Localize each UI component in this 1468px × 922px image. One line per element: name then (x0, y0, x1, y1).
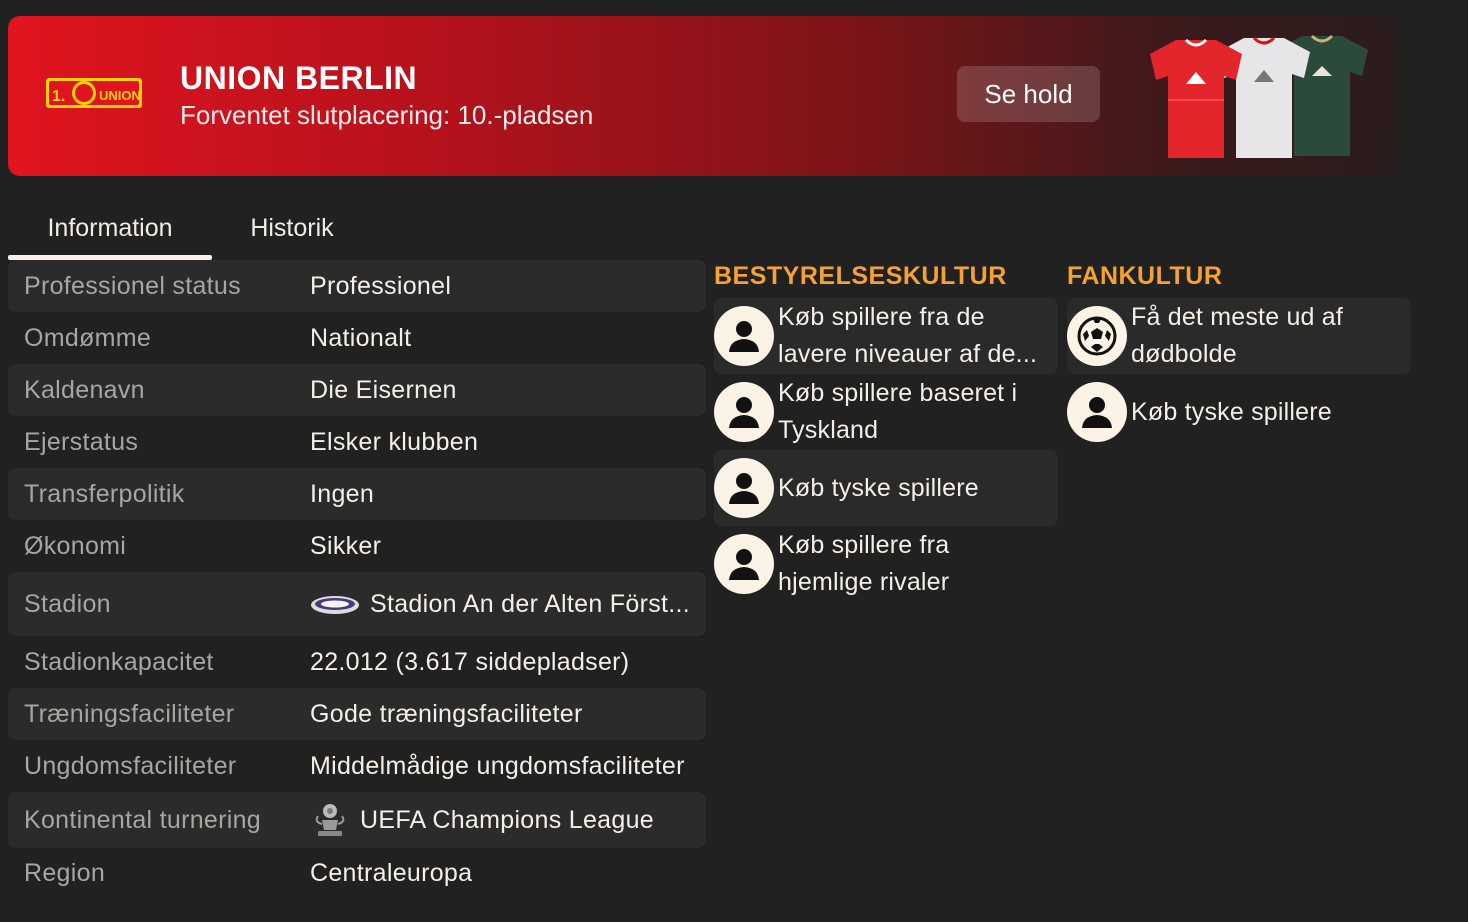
info-value: Gode træningsfaciliteter (310, 699, 583, 728)
board-culture-text: Køb tyske spillere (778, 473, 979, 502)
view-squad-button[interactable]: Se hold (957, 66, 1100, 122)
info-row-stadium[interactable]: Stadion Stadion An der Alten Först... (8, 572, 706, 636)
football-icon (1067, 306, 1127, 366)
info-value: Professionel (310, 271, 452, 300)
info-row-finances: Økonomi Sikker (8, 520, 706, 572)
info-key: Kontinental turnering (24, 805, 262, 834)
info-value: 22.012 (3.617 siddepladser) (310, 647, 630, 676)
svg-text:1.: 1. (52, 88, 65, 105)
fan-culture-item: Køb tyske spillere (1067, 374, 1411, 450)
club-logo: 1. UNION (46, 78, 142, 108)
fan-culture-text: Få det meste ud af dødbolde (1131, 303, 1344, 368)
info-row-stadium-capacity: Stadionkapacitet 22.012 (3.617 siddeplad… (8, 636, 706, 688)
info-value: Elsker klubben (310, 427, 479, 456)
info-key: Ungdomsfaciliteter (24, 751, 237, 780)
board-culture-item: Køb spillere fra hjemlige rivaler (714, 526, 1058, 602)
info-key: Stadion (24, 589, 111, 618)
tab-bar: Information Historik (8, 196, 708, 260)
club-info-table: Professionel status Professionel Omdømme… (8, 260, 706, 898)
info-row-reputation: Omdømme Nationalt (8, 312, 706, 364)
club-name: UNION BERLIN (180, 60, 418, 96)
info-row-youth-facilities: Ungdomsfaciliteter Middelmådige ungdomsf… (8, 740, 706, 792)
info-value: Centraleuropa (310, 858, 473, 887)
info-key: Stadionkapacitet (24, 647, 214, 676)
fan-culture-text: Køb tyske spillere (1131, 397, 1332, 426)
competition-name: UEFA Champions League (360, 805, 654, 834)
info-key: Ejerstatus (24, 427, 139, 456)
info-value-competition[interactable]: UEFA Champions League (310, 802, 654, 838)
info-key: Professionel status (24, 271, 241, 300)
info-row-training-facilities: Træningsfaciliteter Gode træningsfacilit… (8, 688, 706, 740)
person-icon (714, 534, 774, 594)
info-key: Kaldenavn (24, 375, 145, 404)
person-icon (1067, 382, 1127, 442)
info-row-continental-competition[interactable]: Kontinental turnering UEFA Champions Lea… (8, 792, 706, 848)
expected-finish: Forventet slutplacering: 10.-pladsen (180, 100, 594, 130)
board-culture-text: Køb spillere fra hjemlige rivaler (778, 531, 950, 596)
info-value: Sikker (310, 531, 382, 560)
person-icon (714, 306, 774, 366)
fan-culture-title: FANKULTUR (1067, 262, 1223, 290)
info-key: Region (24, 858, 106, 887)
info-row-owner-status: Ejerstatus Elsker klubben (8, 416, 706, 468)
info-row-transfer-policy: Transferpolitik Ingen (8, 468, 706, 520)
board-culture-item: Køb spillere fra de lavere niveauer af d… (714, 298, 1058, 374)
info-key: Træningsfaciliteter (24, 699, 235, 728)
board-culture-text: Køb spillere baseret i Tyskland (778, 379, 1018, 444)
info-value-stadium[interactable]: Stadion An der Alten Först... (310, 590, 690, 619)
tab-historik[interactable]: Historik (230, 196, 354, 260)
club-kits-image (1150, 34, 1368, 158)
stadium-name: Stadion An der Alten Först... (370, 589, 690, 618)
stadium-icon (311, 596, 359, 614)
board-culture-item: Køb tyske spillere (714, 450, 1058, 526)
person-icon (714, 458, 774, 518)
tab-information[interactable]: Information (8, 196, 212, 260)
board-culture-item: Køb spillere baseret i Tyskland (714, 374, 1058, 450)
info-value: Middelmådige ungdomsfaciliteter (310, 751, 685, 780)
board-culture-text: Køb spillere fra de lavere niveauer af d… (778, 303, 1038, 368)
info-row-professional-status: Professionel status Professionel (8, 260, 706, 312)
champions-league-icon (315, 804, 345, 836)
info-row-nickname: Kaldenavn Die Eisernen (8, 364, 706, 416)
board-culture-title: BESTYRELSESKULTUR (714, 262, 1007, 290)
info-value: Die Eisernen (310, 375, 457, 404)
club-header-banner: 1. UNION UNION BERLIN Forventet slutplac… (8, 16, 1400, 176)
info-row-region: Region Centraleuropa (8, 848, 706, 898)
info-key: Økonomi (24, 531, 127, 560)
person-icon (714, 382, 774, 442)
fan-culture-item: Få det meste ud af dødbolde (1067, 298, 1411, 374)
info-value: Ingen (310, 479, 375, 508)
info-key: Omdømme (24, 323, 152, 352)
svg-text:UNION: UNION (99, 88, 141, 103)
info-key: Transferpolitik (24, 479, 185, 508)
info-value: Nationalt (310, 323, 412, 352)
